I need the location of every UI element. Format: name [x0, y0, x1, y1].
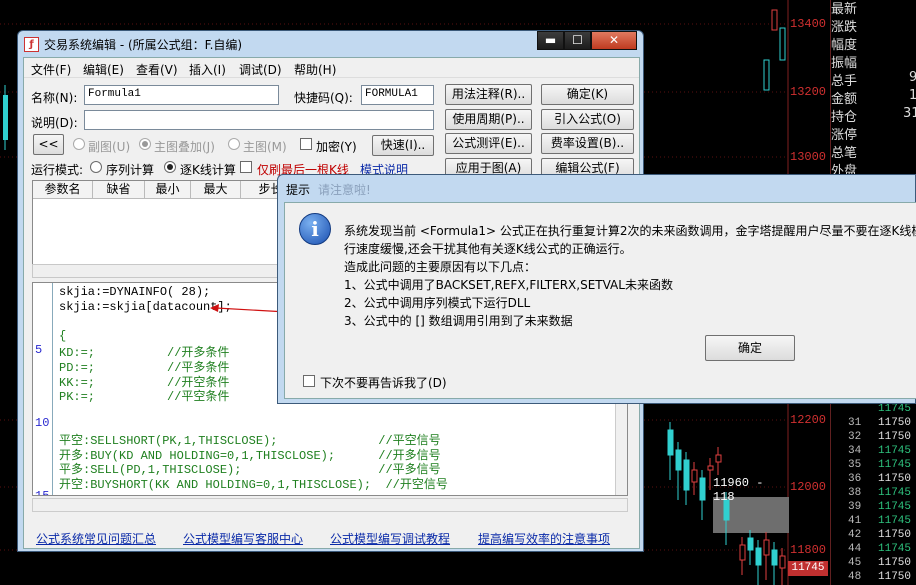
dialog-message-line: 3、公式中的 [] 数组调用引用到了未来数据	[344, 314, 573, 328]
dialog-message-line: 系统发现当前 <Formula1> 公式正在执行重复计算2次的未来函数调用，金字…	[344, 224, 916, 238]
dont-remind-label: 下次不要再告诉我了(D)	[320, 376, 447, 390]
dialog-title-hint: 请注意啦!	[318, 183, 371, 197]
dialog-message-line: 造成此问题的主要原因有以下几点：	[344, 260, 537, 274]
prompt-dialog: 提示 请注意啦! i 系统发现当前 <Formula1> 公式正在执行重复计算2…	[277, 174, 916, 404]
dialog-message-line: 2、公式中调用序列模式下运行DLL	[344, 296, 531, 310]
dialog-title: 提示	[286, 183, 311, 197]
dialog-body: i 系统发现当前 <Formula1> 公式正在执行重复计算2次的未来函数调用，…	[284, 202, 916, 399]
info-icon: i	[299, 213, 331, 245]
dont-remind-checkbox[interactable]	[303, 375, 315, 387]
desktop: { "chart": { "price_levels": ["13400", "…	[0, 0, 916, 585]
dialog-message-line: 1、公式中调用了BACKSET,REFX,FILTERX,SETVAL未来函数	[344, 278, 673, 292]
dialog-message-line: 行速度缓慢,还会干扰其他有关逐K线公式的正确运行。	[344, 242, 632, 256]
dialog-ok-button[interactable]: 确定	[705, 335, 795, 361]
